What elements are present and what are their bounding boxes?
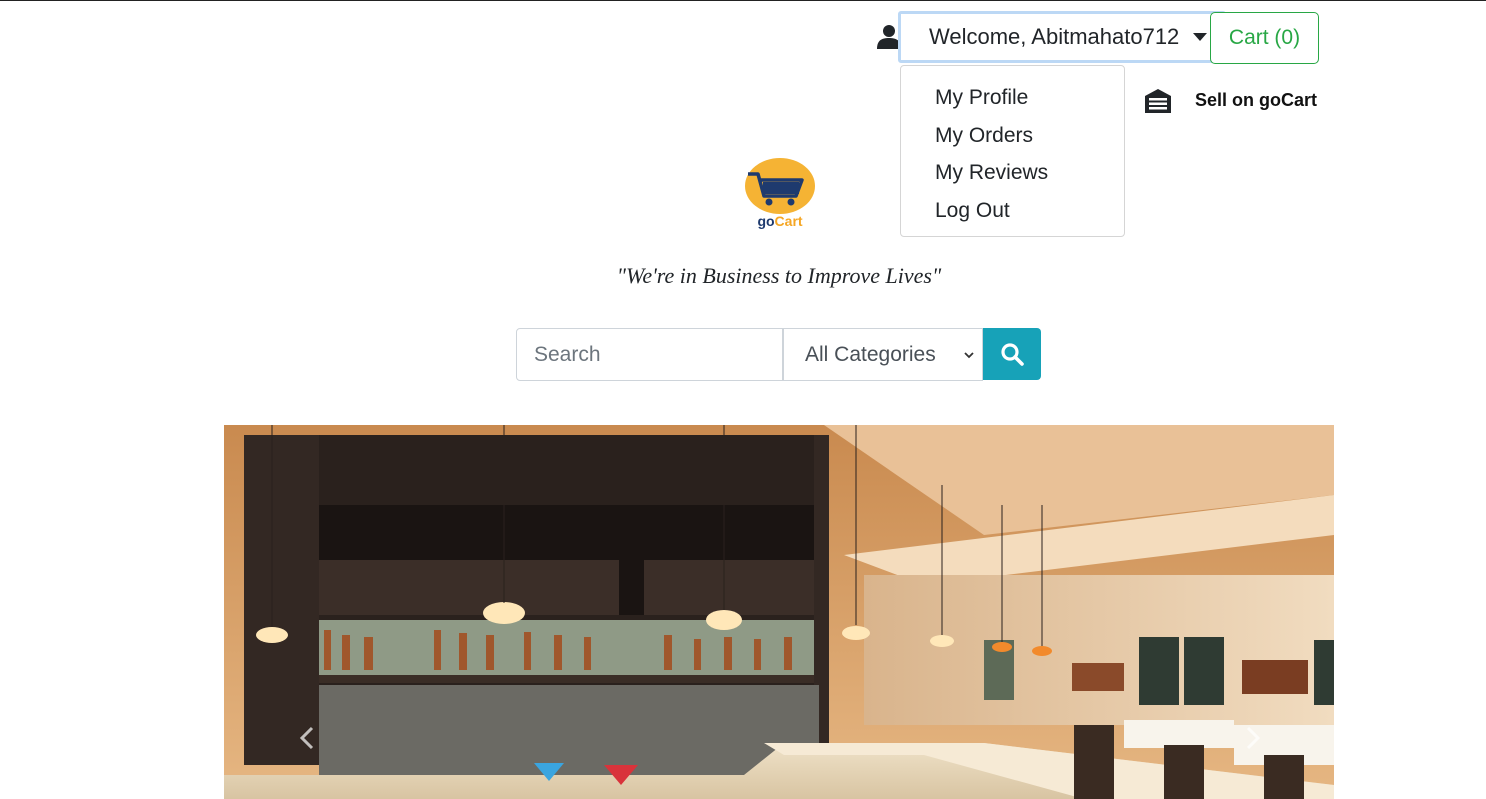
category-select[interactable]: All Categories xyxy=(783,328,983,381)
cart-label: Cart (0) xyxy=(1228,26,1301,49)
cart-button[interactable]: Cart (0) xyxy=(1210,12,1319,64)
search-input[interactable] xyxy=(516,328,783,381)
menu-item-my-profile[interactable]: My Profile xyxy=(901,79,1124,117)
menu-item-my-reviews[interactable]: My Reviews xyxy=(901,154,1124,192)
chevron-right-icon[interactable] xyxy=(1240,725,1264,751)
chevron-left-icon[interactable] xyxy=(296,725,320,751)
search-button[interactable] xyxy=(983,328,1041,380)
svg-text:goCart: goCart xyxy=(757,213,802,229)
chevron-down-icon xyxy=(964,352,974,359)
store-icon xyxy=(1145,89,1171,113)
gocart-logo: goCart xyxy=(745,158,815,229)
top-border xyxy=(0,0,1486,1)
restaurant-bar-image xyxy=(224,425,1334,799)
user-dropdown-menu: My Profile My Orders My Reviews Log Out xyxy=(900,65,1125,237)
sell-on-gocart-link[interactable]: Sell on goCart xyxy=(1195,90,1317,111)
menu-item-my-orders[interactable]: My Orders xyxy=(901,117,1124,155)
menu-item-log-out[interactable]: Log Out xyxy=(901,192,1124,230)
caret-down-icon xyxy=(1193,33,1207,41)
welcome-text: Welcome, Abitmahato712 xyxy=(929,24,1180,49)
user-menu-toggle[interactable]: Welcome, Abitmahato712 xyxy=(898,11,1226,63)
search-icon xyxy=(1001,343,1024,366)
hero-carousel xyxy=(224,425,1334,799)
tagline: "We're in Business to Improve Lives" xyxy=(616,263,942,288)
category-selected: All Categories xyxy=(805,342,936,366)
